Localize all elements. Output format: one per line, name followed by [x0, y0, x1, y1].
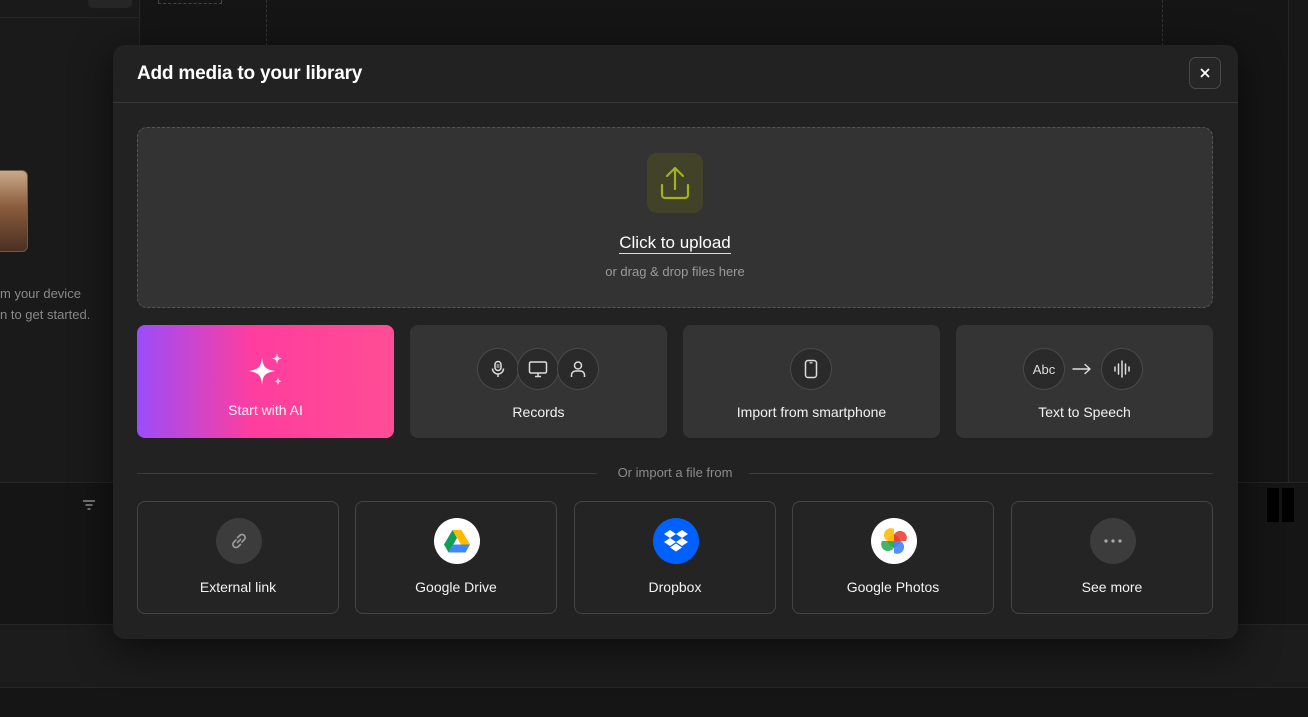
start-with-ai-card[interactable]: Start with AI [137, 325, 394, 438]
google-photos-icon [871, 518, 917, 564]
google-drive-source[interactable]: Google Drive [355, 501, 557, 614]
import-sources: External link Google Drive Dropbox Googl… [137, 501, 1213, 614]
import-from-smartphone-card[interactable]: Import from smartphone [683, 325, 940, 438]
monitor-icon [517, 348, 559, 390]
link-icon [216, 518, 262, 564]
arrow-right-icon [1072, 363, 1091, 375]
external-link-source[interactable]: External link [137, 501, 339, 614]
more-icon [1090, 518, 1136, 564]
google-drive-icon [434, 518, 480, 564]
source-label: Dropbox [648, 579, 702, 595]
source-label: External link [199, 579, 277, 595]
canvas-guide [1162, 0, 1163, 46]
card-label: Text to Speech [1038, 404, 1131, 420]
upload-icon [660, 166, 690, 200]
dropbox-icon [653, 518, 699, 564]
filter-icon[interactable] [82, 498, 96, 512]
text-to-speech-card[interactable]: Abc Text to Speech [956, 325, 1213, 438]
upload-title[interactable]: Click to upload [138, 233, 1212, 254]
upload-dropzone[interactable]: Click to upload or drag & drop files her… [137, 127, 1213, 308]
person-icon [557, 348, 599, 390]
sparkles-icon [249, 353, 282, 386]
canvas-guide [266, 0, 267, 46]
card-label: Import from smartphone [736, 404, 887, 420]
timeline-marker [1264, 488, 1294, 522]
media-thumbnail [0, 170, 28, 252]
modal-title: Add media to your library [137, 62, 363, 84]
smartphone-icon [790, 348, 832, 390]
add-media-modal: Add media to your library Click to uploa… [113, 45, 1238, 639]
abc-icon: Abc [1023, 348, 1065, 390]
see-more-source[interactable]: See more [1011, 501, 1213, 614]
source-label: Google Drive [415, 579, 497, 595]
import-divider: Or import a file from [137, 465, 1213, 481]
google-photos-source[interactable]: Google Photos [792, 501, 994, 614]
upload-icon-box [647, 153, 703, 213]
left-panel-header [0, 0, 140, 18]
microphone-icon [477, 348, 519, 390]
close-button[interactable] [1189, 57, 1221, 89]
dropbox-source[interactable]: Dropbox [574, 501, 776, 614]
upload-subtitle: or drag & drop files here [605, 264, 745, 279]
modal-header: Add media to your library [113, 45, 1238, 103]
close-icon [1200, 68, 1210, 78]
card-label: Records [512, 404, 565, 420]
waveform-icon [1101, 348, 1143, 390]
divider-text: Or import a file from [617, 465, 733, 480]
action-cards: Start with AI Records Import from smartp… [137, 325, 1213, 438]
canvas-slot [158, 0, 222, 4]
source-label: See more [1081, 579, 1143, 595]
source-label: Google Photos [846, 579, 940, 595]
right-panel [1288, 0, 1308, 482]
records-card[interactable]: Records [410, 325, 667, 438]
card-label: Start with AI [228, 402, 303, 418]
header-chip [88, 0, 132, 8]
